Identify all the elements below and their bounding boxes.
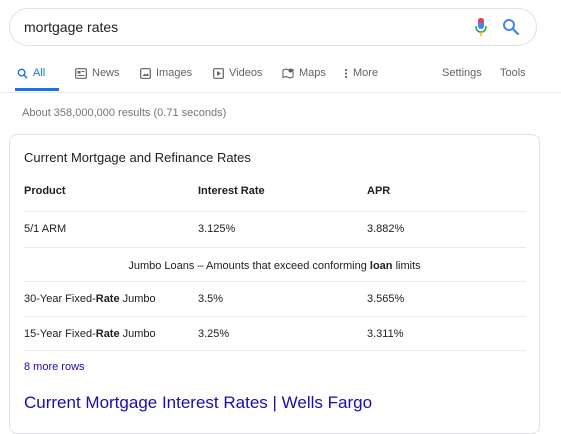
search-bar[interactable]: mortgage rates: [9, 8, 537, 46]
tab-all[interactable]: All: [17, 67, 45, 79]
images-icon: [140, 67, 151, 79]
table-divider: [24, 316, 526, 317]
tab-more[interactable]: More: [344, 67, 378, 79]
table-cell-rate: 3.25%: [198, 328, 230, 340]
videos-icon: [213, 67, 224, 79]
tab-label: News: [92, 67, 120, 79]
result-title-link[interactable]: Current Mortgage Interest Rates | Wells …: [24, 393, 372, 413]
snippet-title: Current Mortgage and Refinance Rates: [24, 150, 251, 165]
tab-label: Images: [156, 67, 193, 79]
table-divider: [24, 247, 526, 248]
column-header-product: Product: [24, 185, 66, 197]
table-cell-apr: 3.882%: [367, 223, 405, 235]
table-section-note: Jumbo Loans – Amounts that exceed confor…: [128, 260, 421, 272]
table-cell-product: 30-Year Fixed-Rate Jumbo: [24, 293, 156, 305]
tab-news[interactable]: News: [75, 67, 120, 79]
tab-maps[interactable]: Maps: [282, 67, 326, 79]
settings-link[interactable]: Settings: [442, 67, 482, 79]
tab-label: All: [33, 67, 46, 79]
tools-link[interactable]: Tools: [500, 67, 526, 79]
table-cell-product: 5/1 ARM: [24, 223, 67, 235]
table-cell-apr: 3.565%: [367, 293, 405, 305]
tab-videos[interactable]: Videos: [213, 67, 262, 79]
featured-snippet-card: Current Mortgage and Refinance Rates Pro…: [9, 134, 540, 434]
tab-label: More: [353, 67, 379, 79]
search-icon: [17, 68, 28, 79]
table-cell-product: 15-Year Fixed-Rate Jumbo: [24, 328, 156, 340]
table-divider: [24, 281, 526, 282]
column-header-interest-rate: Interest Rate: [198, 185, 265, 197]
active-tab-indicator: [15, 88, 59, 91]
table-cell-apr: 3.311%: [367, 328, 404, 340]
tab-images[interactable]: Images: [140, 67, 192, 79]
table-divider: [24, 211, 526, 212]
table-cell-rate: 3.125%: [198, 223, 236, 235]
news-icon: [75, 67, 87, 79]
search-input[interactable]: mortgage rates: [24, 19, 118, 35]
result-stats: About 358,000,000 results (0.71 seconds): [22, 107, 227, 119]
more-vert-icon: [344, 68, 348, 78]
tab-label: Maps: [299, 67, 326, 79]
table-cell-rate: 3.5%: [198, 293, 224, 305]
more-rows-link[interactable]: 8 more rows: [24, 361, 85, 373]
microphone-icon[interactable]: [474, 17, 488, 37]
tab-label: Videos: [229, 67, 263, 79]
table-divider: [24, 350, 526, 351]
column-header-apr: APR: [367, 185, 391, 197]
maps-icon: [282, 68, 294, 79]
search-submit-icon[interactable]: [502, 18, 520, 36]
search-tabs: All News Images Videos Maps More Setting…: [0, 52, 561, 93]
